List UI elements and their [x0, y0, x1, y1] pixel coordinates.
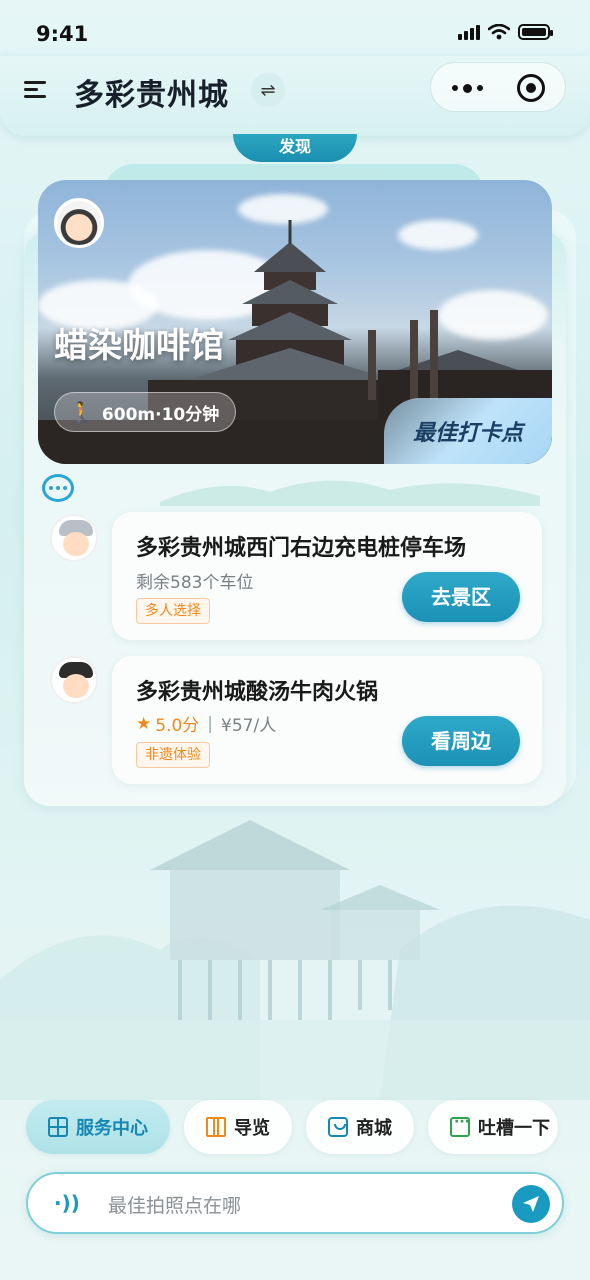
wifi-icon: [488, 24, 510, 40]
switch-city-button[interactable]: ⇌: [251, 73, 285, 107]
quick-action-guide[interactable]: 导览: [184, 1100, 292, 1154]
poi-card[interactable]: 多彩贵州城酸汤牛肉火锅 ★ 5.0分 | ¥57/人 非遗体验 看周边: [112, 656, 542, 784]
more-dots-icon[interactable]: [449, 73, 485, 103]
poi-subtitle: 剩余583个车位: [136, 573, 254, 593]
tab-discover[interactable]: 发现: [233, 134, 357, 162]
send-icon: [523, 1196, 539, 1212]
app-header: 多彩贵州城 ⇌: [0, 56, 590, 136]
status-icons: [458, 24, 553, 40]
star-icon: ★: [136, 713, 152, 734]
quick-action-service-center[interactable]: 服务中心: [26, 1100, 170, 1154]
chip-label: 服务中心: [76, 1118, 148, 1139]
go-scenic-area-button[interactable]: 去景区: [402, 572, 520, 622]
status-time: 9:41: [36, 22, 89, 46]
guide-avatar: [50, 514, 98, 562]
poi-card[interactable]: 多彩贵州城西门右边充电桩停车场 剩余583个车位 多人选择 去景区: [112, 512, 542, 640]
chat-input-bar[interactable]: ·)) 最佳拍照点在哪: [26, 1172, 564, 1234]
rating-value: 5.0分: [155, 716, 200, 736]
guide-avatar: [50, 656, 98, 704]
guide-avatar: [54, 198, 104, 248]
quick-action-mall[interactable]: 商城: [306, 1100, 414, 1154]
best-checkin-badge: 最佳打卡点: [384, 398, 552, 464]
hero-card[interactable]: 蜡染咖啡馆 🚶 600m·10分钟 最佳打卡点: [38, 180, 552, 464]
signal-icon: [458, 24, 480, 40]
chip-label: 导览: [234, 1118, 270, 1139]
send-button[interactable]: [512, 1185, 550, 1223]
voice-icon[interactable]: ·)): [54, 1191, 80, 1215]
message-icon: [450, 1114, 470, 1137]
target-close-icon[interactable]: [517, 74, 545, 102]
price-per-person: ¥57/人: [221, 716, 277, 736]
chip-label: 吐槽一下: [478, 1118, 550, 1139]
chat-input[interactable]: 最佳拍照点在哪: [108, 1191, 241, 1218]
map-icon: [206, 1117, 226, 1137]
ink-mountains-decoration: [160, 480, 540, 506]
poi-tag: 非遗体验: [136, 742, 210, 768]
poi-rating: ★ 5.0分 | ¥57/人: [136, 711, 277, 737]
poi-tag: 多人选择: [136, 598, 210, 624]
poi-name: 多彩贵州城西门右边充电桩停车场: [136, 536, 467, 561]
rating-separator: |: [207, 713, 214, 734]
view-nearby-button[interactable]: 看周边: [402, 716, 520, 766]
battery-icon: [518, 24, 553, 40]
app-title: 多彩贵州城: [74, 78, 229, 113]
hero-title: 蜡染咖啡馆: [54, 326, 224, 366]
poi-name: 多彩贵州城酸汤牛肉火锅: [136, 680, 379, 705]
quick-action-feedback[interactable]: 吐槽一下: [428, 1100, 558, 1154]
grid-icon: [48, 1117, 68, 1137]
chat-bubble-icon: [42, 474, 74, 502]
distance-text: 600m·10分钟: [101, 404, 220, 425]
distance-pill: 🚶 600m·10分钟: [54, 392, 237, 432]
walking-person-icon: 🚶: [69, 400, 94, 424]
quick-actions-bar: 服务中心 导览 商城 吐槽一下: [26, 1100, 558, 1154]
stilt-house-scenery: [0, 820, 590, 1100]
chip-label: 商城: [356, 1118, 392, 1139]
menu-icon[interactable]: [24, 78, 50, 100]
mini-program-capsule: [430, 62, 566, 112]
shopping-bag-icon: [328, 1117, 348, 1137]
